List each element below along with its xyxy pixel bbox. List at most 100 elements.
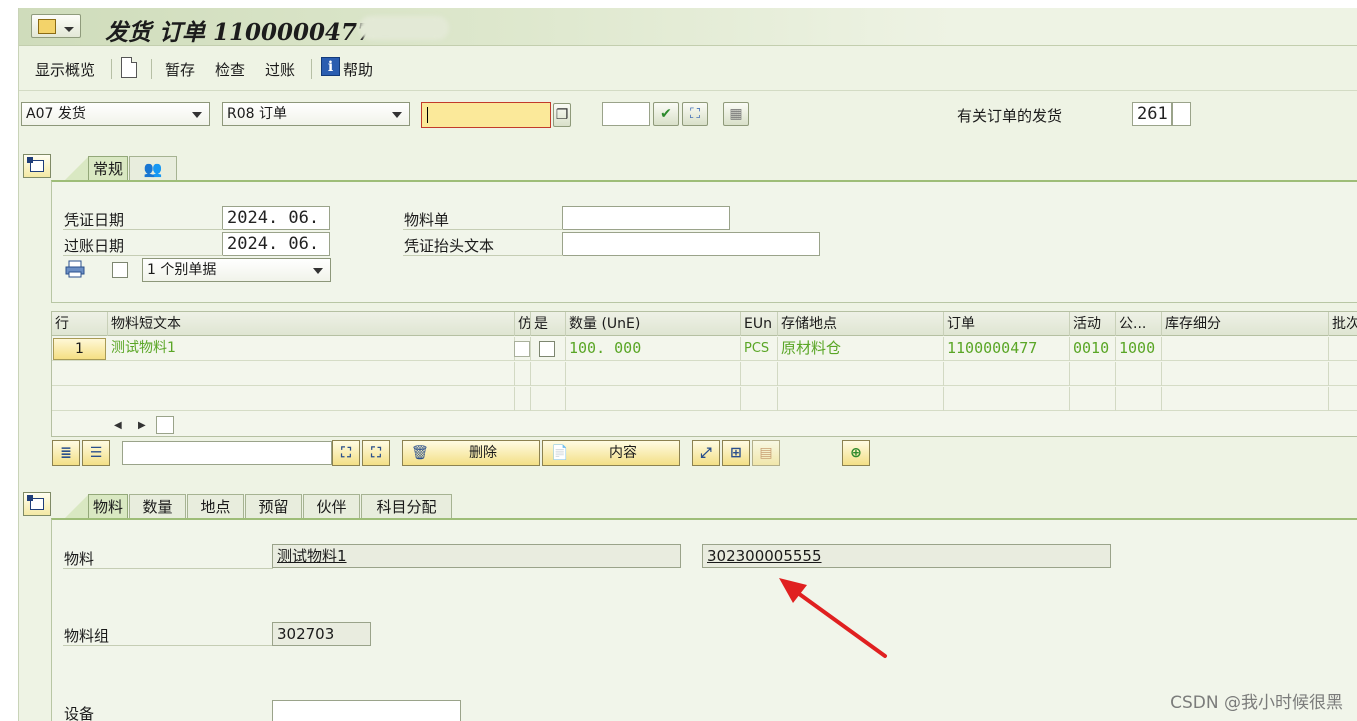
table-row: [52, 362, 1357, 386]
chevron-down-icon: [64, 27, 74, 32]
tab-material[interactable]: 物料: [88, 494, 128, 520]
unit-cell[interactable]: PCS: [741, 337, 778, 361]
find-button[interactable]: ⛶: [332, 440, 360, 466]
expand-button[interactable]: ⤢: [692, 440, 720, 466]
tab-general[interactable]: 常规: [88, 156, 128, 182]
header-text-field[interactable]: [562, 232, 820, 256]
material-group-field[interactable]: 302703: [272, 622, 371, 646]
hierarchy-button[interactable]: ⊞: [722, 440, 750, 466]
print-checkbox[interactable]: [112, 262, 128, 278]
material-text-cell[interactable]: 测试物料1: [108, 337, 515, 361]
checkbox[interactable]: [514, 341, 530, 357]
column-header[interactable]: 订单: [944, 312, 1070, 336]
column-header[interactable]: 库存细分: [1162, 312, 1329, 336]
toolbar-separator: [311, 59, 312, 79]
table-row[interactable]: 1 测试物料1 100. 000 PCS 原材料仓 1100000477 001…: [52, 337, 1357, 361]
order-number-input[interactable]: [421, 102, 551, 128]
scroll-left-icon[interactable]: ◀: [114, 420, 122, 431]
grid-icon: ▦: [729, 106, 743, 122]
movement-type-field[interactable]: 261: [1132, 102, 1172, 126]
storage-location-cell[interactable]: 原材料仓: [778, 337, 944, 361]
ok-checkbox[interactable]: [539, 341, 555, 357]
printer-icon[interactable]: [65, 260, 85, 278]
hold-button[interactable]: 暂存: [165, 59, 195, 80]
material-slip-field[interactable]: [562, 206, 730, 230]
column-header[interactable]: 数量 (UnE): [566, 312, 741, 336]
order-cell[interactable]: 1100000477: [944, 337, 1070, 361]
divider: [63, 645, 273, 646]
detail-collapse-button[interactable]: [23, 492, 51, 516]
tab-location[interactable]: 地点: [187, 494, 244, 520]
app-icon: [38, 19, 56, 34]
cell: [108, 387, 515, 411]
horizontal-scrollbar[interactable]: [156, 416, 174, 434]
contents-button[interactable]: 📄 内容: [542, 440, 680, 466]
row-selector[interactable]: 1: [53, 338, 106, 360]
header-text-label: 凭证抬头文本: [404, 237, 495, 255]
cell: [531, 387, 566, 411]
column-header[interactable]: 仿: [515, 312, 531, 336]
action-select[interactable]: A07 发货: [21, 102, 210, 126]
find-next-button[interactable]: ⛶: [362, 440, 390, 466]
tab-partners[interactable]: 👥: [129, 156, 177, 182]
divider: [403, 229, 563, 230]
material-text-field[interactable]: 测试物料1: [272, 544, 681, 568]
table-settings-button[interactable]: ▦: [723, 102, 749, 126]
column-header[interactable]: EUn: [741, 312, 778, 336]
overview-button[interactable]: 显示概览: [35, 59, 95, 80]
tab-reservation[interactable]: 预留: [245, 494, 302, 520]
column-header[interactable]: 公...: [1116, 312, 1162, 336]
post-date-field[interactable]: 2024. 06. 15: [222, 232, 330, 276]
stock-segment-cell[interactable]: [1162, 337, 1329, 361]
column-header[interactable]: 存储地点: [778, 312, 944, 336]
find-next-icon: ⛶: [371, 445, 381, 461]
column-header[interactable]: 行: [52, 312, 108, 336]
material-number-field[interactable]: 302300005555: [702, 544, 1111, 568]
scroll-right-icon[interactable]: ▶: [138, 420, 146, 431]
header-collapse-button[interactable]: [23, 154, 51, 178]
quantity-cell[interactable]: 100. 000: [566, 337, 741, 361]
new-document-icon[interactable]: [121, 57, 137, 78]
check-button[interactable]: 检查: [215, 59, 245, 80]
cell: [566, 387, 741, 411]
column-header[interactable]: 活动: [1070, 312, 1116, 336]
application-toolbar: 显示概览 暂存 检查 过账 i 帮助: [19, 47, 1357, 91]
tab-account-assignment[interactable]: 科目分配: [361, 494, 452, 520]
cell: [1070, 362, 1116, 386]
stock-button[interactable]: ▤: [752, 440, 780, 466]
collapse-icon: [27, 495, 44, 510]
toolbar-separator: [111, 59, 112, 79]
execute-button[interactable]: ✔: [653, 102, 679, 126]
column-header[interactable]: 是: [531, 312, 566, 336]
item-input[interactable]: [602, 102, 650, 126]
cell: [566, 362, 741, 386]
post-button[interactable]: 过账: [265, 59, 295, 80]
column-header[interactable]: 物料短文本: [108, 312, 515, 336]
deselect-all-button[interactable]: ☰: [82, 440, 110, 466]
divider: [63, 568, 273, 569]
tab-quantity[interactable]: 数量: [129, 494, 186, 520]
add-item-button[interactable]: ⊕: [842, 440, 870, 466]
cell: [515, 387, 531, 411]
copy-icon: ❐: [555, 107, 569, 123]
help-button[interactable]: 帮助: [343, 59, 373, 80]
activity-cell[interactable]: 0010: [1070, 337, 1116, 361]
multiple-selection-button[interactable]: ❐: [553, 103, 571, 127]
select-all-button[interactable]: ≣: [52, 440, 80, 466]
equipment-field[interactable]: [272, 700, 461, 721]
tab-partner[interactable]: 伙伴: [303, 494, 360, 520]
print-option-select[interactable]: 1 个别单据: [142, 258, 331, 282]
system-menu-button[interactable]: [31, 14, 81, 38]
delete-button[interactable]: 🗑 删除: [402, 440, 540, 466]
movement-type-extra[interactable]: [1172, 102, 1191, 126]
info-icon[interactable]: i: [321, 57, 340, 76]
doc-date-field[interactable]: 2024. 06. 15: [222, 206, 330, 250]
search-button[interactable]: ⛶: [682, 102, 708, 126]
batch-cell[interactable]: [1329, 337, 1357, 361]
reference-select[interactable]: R08 订单: [222, 102, 410, 126]
tab-decoration: [63, 156, 89, 182]
divider: [63, 229, 223, 230]
column-header[interactable]: 批次: [1329, 312, 1357, 336]
grid-search-input[interactable]: [122, 441, 332, 465]
plant-cell[interactable]: 1000: [1116, 337, 1162, 361]
